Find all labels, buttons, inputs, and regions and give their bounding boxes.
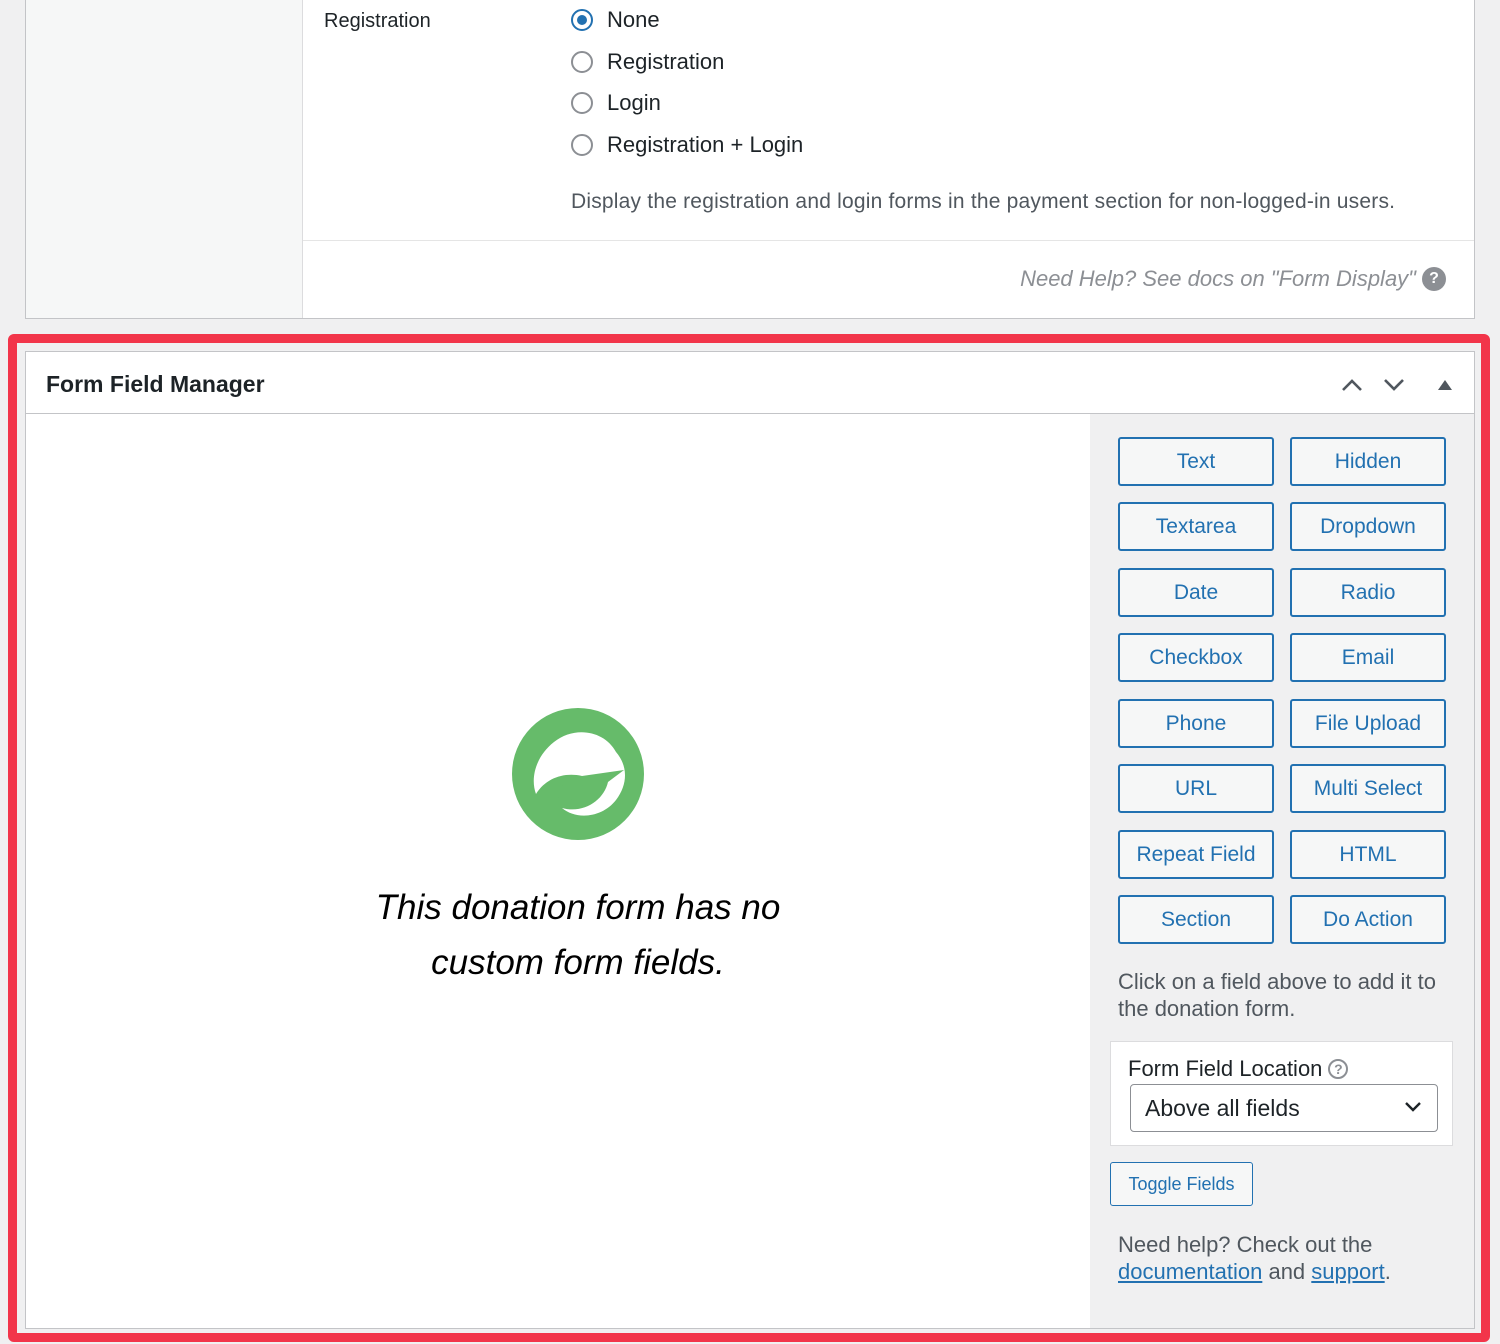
radio-button[interactable] [571, 51, 593, 73]
radio-registration-login[interactable]: Registration + Login [571, 132, 803, 158]
divider [303, 240, 1474, 241]
radio-button[interactable] [571, 92, 593, 114]
panel-side-column [26, 0, 303, 318]
radio-label: Registration [607, 49, 725, 74]
radio-label: None [607, 7, 660, 32]
registration-label: Registration [324, 10, 431, 32]
form-display-help[interactable]: Need Help? See docs on "Form Display" ? [1020, 266, 1446, 292]
help-text[interactable]: Need Help? See docs on "Form Display" [1020, 266, 1416, 292]
question-icon[interactable]: ? [1422, 267, 1446, 291]
radio-button[interactable] [571, 9, 593, 31]
radio-none[interactable]: None [571, 7, 660, 33]
radio-label: Registration + Login [607, 132, 804, 157]
radio-button[interactable] [571, 134, 593, 156]
radio-label: Login [607, 90, 661, 115]
registration-description: Display the registration and login forms… [571, 190, 1396, 213]
radio-login[interactable]: Login [571, 90, 661, 116]
registration-panel: Registration None Registration Login Reg… [25, 0, 1475, 319]
highlight-frame [8, 334, 1490, 1342]
radio-registration[interactable]: Registration [571, 49, 724, 75]
